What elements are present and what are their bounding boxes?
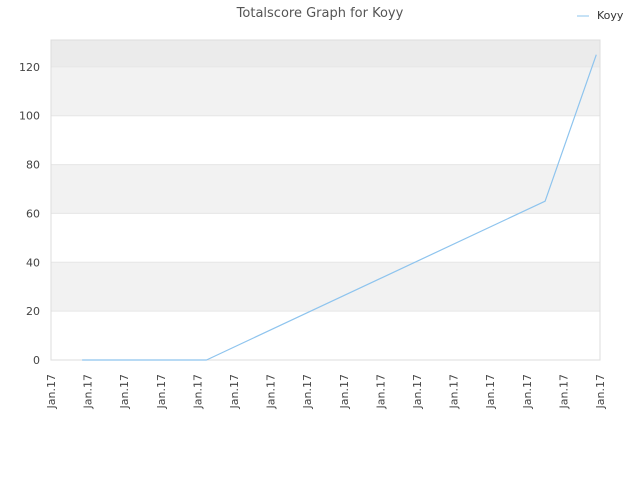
grid-band — [51, 164, 600, 214]
y-tick-label: 120 — [19, 61, 40, 74]
chart-title: Totalscore Graph for Koyy — [236, 6, 404, 21]
y-tick-label: 20 — [26, 305, 40, 318]
y-tick-label: 60 — [26, 207, 40, 220]
legend-label-koyy: Koyy — [597, 9, 624, 22]
x-tick-label: Jan.17 — [155, 374, 168, 409]
x-tick-label: Jan.17 — [411, 374, 424, 409]
chart: 020406080100120 Jan.17 Jan.17 Jan.17 Jan.17… — [19, 6, 624, 409]
grid-band — [51, 66, 600, 116]
y-tick-label: 0 — [33, 354, 40, 367]
x-tick-label: Jan.17 — [448, 374, 461, 409]
x-tick-label: Jan.17 — [265, 374, 278, 409]
y-tick-label: 40 — [26, 256, 40, 269]
x-tick-label: Jan.17 — [521, 374, 534, 409]
legend[interactable]: Koyy — [577, 9, 624, 22]
x-tick-label: Jan.17 — [191, 374, 204, 409]
grid-bands — [51, 40, 600, 312]
x-tick-label: Jan.17 — [228, 374, 241, 409]
x-tick-label: Jan.17 — [338, 374, 351, 409]
x-tick-label: Jan.17 — [374, 374, 387, 409]
x-tick-label: Jan.17 — [118, 374, 131, 409]
x-tick-label: Jan.17 — [301, 374, 314, 409]
x-tick-labels: Jan.17 Jan.17 Jan.17 Jan.17 Jan.17 Jan.17 Jan.… — [45, 374, 607, 409]
x-tick-label: Jan.17 — [45, 374, 58, 409]
x-tick-label: Jan.17 — [594, 374, 607, 409]
x-tick-label: Jan.17 — [82, 374, 95, 409]
y-tick-label: 80 — [26, 159, 40, 172]
y-tick-labels: 0 20 40 60 80 100 120 — [19, 61, 40, 367]
x-tick-label: Jan.17 — [557, 374, 570, 409]
y-tick-label: 100 — [19, 110, 40, 123]
grid-band — [51, 40, 600, 67]
x-tick-label: Jan.17 — [484, 374, 497, 409]
